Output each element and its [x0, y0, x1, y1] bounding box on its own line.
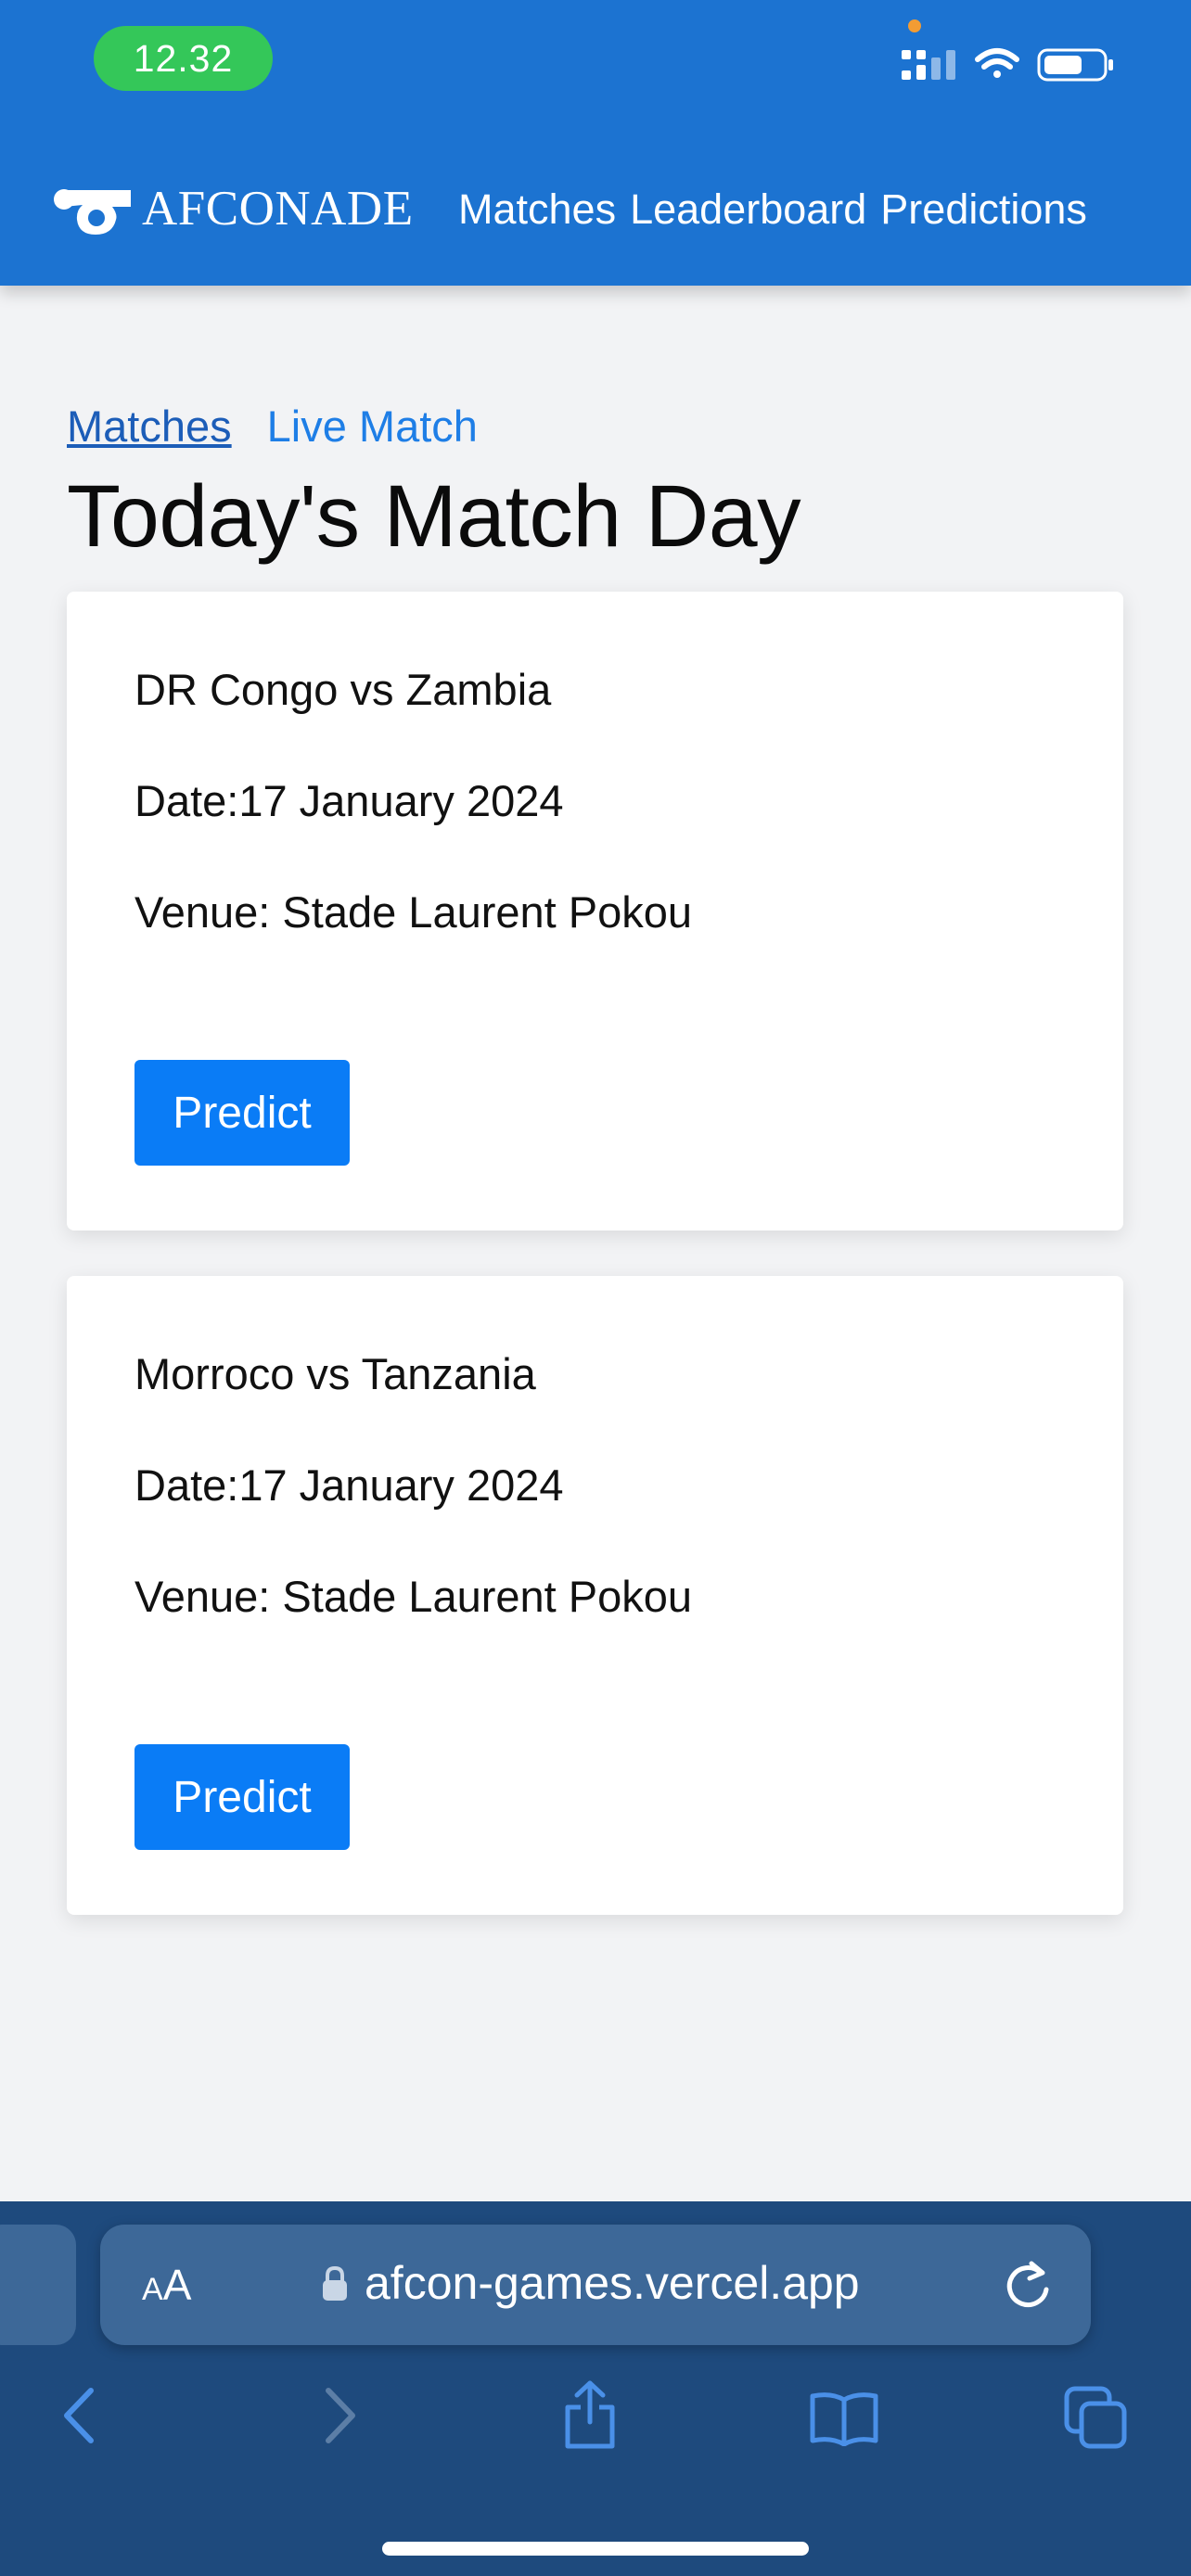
status-time: 12.32 — [94, 26, 273, 91]
lock-icon — [323, 2265, 347, 2301]
breadcrumb-live-match-link[interactable]: Live Match — [267, 401, 478, 452]
breadcrumb-matches-link[interactable]: Matches — [67, 401, 232, 452]
brand[interactable]: AFCONADE — [51, 176, 414, 241]
nav-leaderboard[interactable]: Leaderboard — [630, 185, 866, 234]
tabs-icon[interactable] — [1063, 2385, 1128, 2450]
predict-button[interactable]: Predict — [134, 1060, 350, 1166]
top-header: 12.32 AFCONADE Matches Leaderboard Predi… — [0, 0, 1191, 286]
text-size-button[interactable]: AA — [142, 2260, 191, 2310]
bookmarks-icon[interactable] — [809, 2391, 879, 2446]
whistle-logo-icon — [54, 189, 131, 235]
wifi-icon — [975, 48, 1019, 78]
share-icon[interactable] — [560, 2379, 620, 2450]
match-card: Morroco vs Tanzania Date:17 January 2024… — [67, 1276, 1123, 1915]
match-date: Date:17 January 2024 — [134, 776, 564, 825]
match-teams: Morroco vs Tanzania — [134, 1349, 536, 1398]
nav-predictions[interactable]: Predictions — [880, 185, 1087, 234]
battery-icon — [1037, 48, 1113, 82]
main-nav: Matches Leaderboard Predictions — [458, 182, 1087, 237]
match-teams: DR Congo vs Zambia — [134, 665, 552, 714]
previous-tab-preview[interactable] — [0, 2225, 76, 2345]
match-venue: Venue: Stade Laurent Pokou — [134, 887, 693, 937]
match-card: DR Congo vs Zambia Date:17 January 2024 … — [67, 592, 1123, 1231]
signal-icon — [902, 50, 955, 80]
nav-matches[interactable]: Matches — [458, 185, 616, 234]
status-icons — [902, 48, 1113, 82]
back-icon[interactable] — [59, 2385, 100, 2446]
url-text: afcon-games.vercel.app — [365, 2257, 860, 2309]
address-bar[interactable]: AA afcon-games.vercel.app — [100, 2225, 1091, 2345]
privacy-indicator-dot — [908, 19, 921, 32]
match-venue: Venue: Stade Laurent Pokou — [134, 1572, 693, 1621]
breadcrumb: Matches Live Match — [67, 401, 478, 452]
home-indicator — [382, 2542, 809, 2556]
forward-icon[interactable] — [319, 2385, 360, 2446]
match-date: Date:17 January 2024 — [134, 1460, 564, 1510]
brand-name: AFCONADE — [142, 182, 414, 236]
reload-icon[interactable] — [1004, 2258, 1054, 2312]
page-title: Today's Match Day — [67, 467, 801, 566]
predict-button[interactable]: Predict — [134, 1744, 350, 1850]
